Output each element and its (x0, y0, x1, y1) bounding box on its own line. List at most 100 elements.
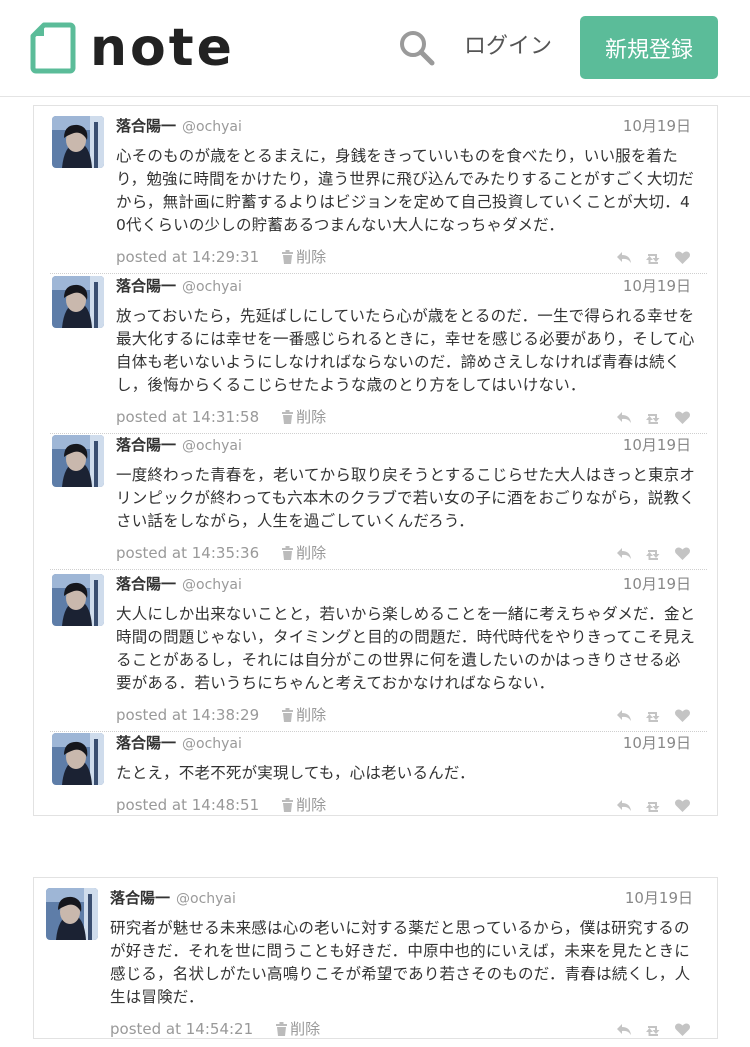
avatar-image (52, 733, 104, 785)
post-date[interactable]: 10月19日 (623, 116, 691, 136)
post-meta: posted at 14:38:29 削除 (116, 705, 326, 725)
post-text: 一度終わった青春を，老いてから取り戻そうとするこじらせた大人はきっと東京オリンピ… (116, 466, 696, 530)
delete-label: 削除 (296, 408, 327, 426)
avatar[interactable] (46, 888, 98, 940)
post-text: 心そのものが歳をとるまえに，身銭をきっていいものを食べたり，いい服を着たり，勉強… (116, 147, 694, 234)
avatar-image (52, 116, 104, 168)
logo-text: note (90, 18, 235, 78)
posted-time[interactable]: posted at 14:48:51 (116, 796, 259, 814)
avatar[interactable] (52, 276, 104, 328)
post-date[interactable]: 10月19日 (623, 574, 691, 594)
reply-icon[interactable] (616, 546, 633, 561)
avatar-image (52, 574, 104, 626)
author-name[interactable]: 落合陽一 (116, 117, 176, 135)
author-name[interactable]: 落合陽一 (116, 277, 176, 295)
trash-icon (276, 1022, 288, 1036)
avatar[interactable] (52, 574, 104, 626)
retweet-icon[interactable] (645, 798, 662, 813)
author-line: 落合陽一 @ochyai (116, 276, 242, 297)
delete-label: 削除 (296, 544, 327, 562)
posted-time[interactable]: posted at 14:38:29 (116, 706, 259, 724)
delete-button[interactable]: 削除 (281, 408, 326, 426)
post-group: 落合陽一 @ochyai 10月19日 心そのものが歳をとるまえに，身銭をきってい… (33, 105, 718, 816)
delete-button[interactable]: 削除 (281, 706, 326, 724)
login-link[interactable]: ログイン (464, 32, 552, 62)
heart-icon[interactable] (674, 250, 691, 265)
retweet-icon[interactable] (645, 250, 662, 265)
trash-icon (282, 546, 294, 560)
signup-button[interactable]: 新規登録 (580, 16, 718, 79)
posted-time[interactable]: posted at 14:35:36 (116, 544, 259, 562)
delete-button[interactable]: 削除 (281, 248, 326, 266)
avatar[interactable] (52, 435, 104, 487)
post-item: 落合陽一 @ochyai 10月19日 研究者が魅せる未来感は心の老いに対する薬だ… (34, 878, 717, 1047)
post-meta: posted at 14:29:31 削除 (116, 247, 326, 267)
author-handle[interactable]: @ochyai (182, 438, 242, 454)
note-logo[interactable]: note (30, 22, 235, 74)
trash-icon (282, 798, 294, 812)
heart-icon[interactable] (674, 798, 691, 813)
author-name[interactable]: 落合陽一 (116, 734, 176, 752)
post-actions (616, 546, 691, 561)
retweet-icon[interactable] (645, 546, 662, 561)
avatar[interactable] (52, 116, 104, 168)
author-name[interactable]: 落合陽一 (116, 436, 176, 454)
post-group: 落合陽一 @ochyai 10月19日 研究者が魅せる未来感は心の老いに対する薬だ… (33, 877, 718, 1039)
top-nav: note ログイン 新規登録 (0, 0, 750, 97)
avatar-image (52, 276, 104, 328)
heart-icon[interactable] (674, 1022, 691, 1037)
author-handle[interactable]: @ochyai (182, 736, 242, 752)
search-icon[interactable] (397, 28, 437, 68)
post-date[interactable]: 10月19日 (623, 435, 691, 455)
post-actions (616, 410, 691, 425)
retweet-icon[interactable] (645, 410, 662, 425)
heart-icon[interactable] (674, 410, 691, 425)
post-date[interactable]: 10月19日 (625, 888, 693, 908)
post-text: 放っておいたら，先延ばしにしていたら心が歳をとるのだ．一生で得られる幸せを最大化… (116, 307, 695, 394)
post-actions (616, 708, 691, 723)
avatar-image (52, 435, 104, 487)
delete-label: 削除 (290, 1020, 321, 1038)
delete-label: 削除 (296, 248, 327, 266)
post-date[interactable]: 10月19日 (623, 276, 691, 296)
retweet-icon[interactable] (645, 1022, 662, 1037)
reply-icon[interactable] (616, 798, 633, 813)
post-text: たとえ，不老不死が実現しても，心は老いるんだ． (116, 764, 475, 782)
delete-button[interactable]: 削除 (281, 544, 326, 562)
post-text: 大人にしか出来ないことと，若いから楽しめることを一緒に考えちゃダメだ．金と時間の… (116, 605, 696, 692)
post-item: 落合陽一 @ochyai 10月19日 放っておいたら，先延ばしにしていたら心が歳… (34, 266, 717, 435)
heart-icon[interactable] (674, 546, 691, 561)
reply-icon[interactable] (616, 410, 633, 425)
reply-icon[interactable] (616, 708, 633, 723)
avatar[interactable] (52, 733, 104, 785)
author-line: 落合陽一 @ochyai (116, 574, 242, 595)
author-handle[interactable]: @ochyai (182, 577, 242, 593)
trash-icon (282, 708, 294, 722)
delete-button[interactable]: 削除 (275, 1020, 320, 1038)
post-meta: posted at 14:35:36 削除 (116, 543, 326, 563)
author-line: 落合陽一 @ochyai (116, 733, 242, 754)
reply-icon[interactable] (616, 1022, 633, 1037)
reply-icon[interactable] (616, 250, 633, 265)
note-logo-icon (30, 22, 76, 74)
post-date[interactable]: 10月19日 (623, 733, 691, 753)
post-item: 落合陽一 @ochyai 10月19日 心そのものが歳をとるまえに，身銭をきってい… (34, 106, 717, 275)
heart-icon[interactable] (674, 708, 691, 723)
retweet-icon[interactable] (645, 708, 662, 723)
avatar-image (46, 888, 98, 940)
author-handle[interactable]: @ochyai (182, 279, 242, 295)
post-item: 落合陽一 @ochyai 10月19日 大人にしか出来ないことと，若いから楽しめる… (34, 564, 717, 733)
post-meta: posted at 14:54:21 削除 (110, 1019, 320, 1039)
author-handle[interactable]: @ochyai (182, 119, 242, 135)
posted-time[interactable]: posted at 14:31:58 (116, 408, 259, 426)
author-handle[interactable]: @ochyai (176, 891, 236, 907)
posted-time[interactable]: posted at 14:29:31 (116, 248, 259, 266)
posted-time[interactable]: posted at 14:54:21 (110, 1020, 253, 1038)
author-name[interactable]: 落合陽一 (110, 889, 170, 907)
trash-icon (282, 250, 294, 264)
trash-icon (282, 410, 294, 424)
post-meta: posted at 14:48:51 削除 (116, 795, 326, 815)
delete-label: 削除 (296, 706, 327, 724)
author-name[interactable]: 落合陽一 (116, 575, 176, 593)
delete-button[interactable]: 削除 (281, 796, 326, 814)
